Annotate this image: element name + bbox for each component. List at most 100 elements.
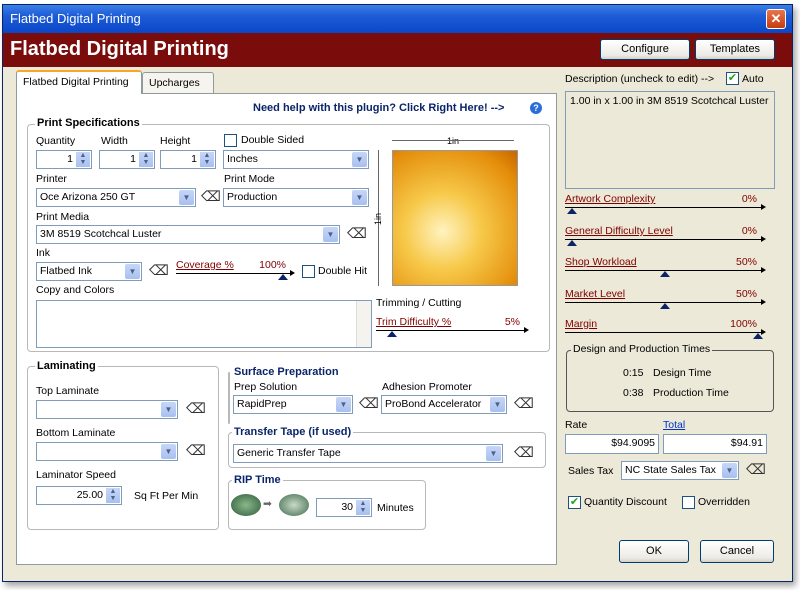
ink-select[interactable]: Flatbed Ink ▼ [36,262,142,281]
double-hit-label: Double Hit [318,265,368,277]
height-stepper[interactable]: 1 ▲ ▼ [160,150,216,169]
surface-prep-title: Surface Preparation [232,366,341,378]
quantity-stepper[interactable]: 1 ▲ ▼ [36,150,92,169]
print-mode-select[interactable]: Production ▼ [223,188,369,207]
scrollbar[interactable] [356,301,371,347]
slider-thumb[interactable] [567,240,577,246]
surface-prep-group [228,372,230,424]
help-link[interactable]: Need help with this plugin? Click Right … [253,102,505,114]
tab-upcharges[interactable]: Upcharges [142,72,214,94]
slider-thumb[interactable] [660,271,670,277]
printer-label: Printer [36,173,67,185]
slider-thumb[interactable] [753,333,763,339]
width-label: Width [101,135,128,147]
transfer-tape-title: Transfer Tape (if used) [232,426,354,438]
cancel-button[interactable]: Cancel [700,540,774,563]
top-laminate-label: Top Laminate [36,385,100,397]
header-banner: Flatbed Digital Printing Configure Templ… [3,33,792,67]
eraser-icon[interactable]: ⌫ [186,442,206,459]
arrow-right-icon: ➡ [263,498,272,510]
rip-source-image [231,494,261,516]
eraser-icon[interactable]: ⌫ [514,395,534,412]
tab-flatbed[interactable]: Flatbed Digital Printing [16,70,142,94]
print-mode-label: Print Mode [224,173,275,185]
copy-label: Copy and Colors [36,284,115,296]
slider-artwork-complexity[interactable]: Artwork Complexity 0% [565,193,766,215]
configure-button[interactable]: Configure [600,39,690,60]
rip-minutes-stepper[interactable]: 30 ▲ ▼ [316,498,372,517]
total-link[interactable]: Total [663,419,685,431]
window-title: Flatbed Digital Printing [10,11,141,26]
laminator-speed-stepper[interactable]: 25.00 ▲ ▼ [36,486,122,505]
double-hit-checkbox[interactable] [302,265,315,278]
prep-solution-select[interactable]: RapidPrep ▼ [233,395,353,414]
double-sided-checkbox[interactable] [224,134,237,147]
slider-margin[interactable]: Margin 100% [565,318,766,340]
transfer-tape-select[interactable]: Generic Transfer Tape ▼ [233,444,503,463]
quantity-discount-checkbox[interactable]: ✔ [568,496,581,509]
auto-label: Auto [742,73,764,85]
eraser-icon[interactable]: ⌫ [359,395,379,412]
slider-thumb[interactable] [567,208,577,214]
eraser-icon[interactable]: ⌫ [514,444,534,461]
preview-width-label: 1in [446,136,459,146]
rip-output-image [279,494,309,516]
preview-width-ruler [392,140,514,141]
adhesion-label: Adhesion Promoter [382,381,472,393]
rip-minutes-label: Minutes [377,502,414,514]
coverage-slider-thumb[interactable] [278,274,289,280]
trimming-label: Trimming / Cutting [376,297,462,309]
times-title: Design and Production Times [571,343,713,355]
eraser-icon[interactable]: ⌫ [347,225,367,242]
slider-market-level[interactable]: Market Level 50% [565,288,766,310]
dialog-window: Flatbed Digital Printing ✕ Flatbed Digit… [2,4,793,582]
units-select[interactable]: Inches ▼ [223,150,369,169]
sales-tax-label: Sales Tax [568,465,614,477]
slider-general-difficulty-level[interactable]: General Difficulty Level 0% [565,225,766,247]
design-time-label: Design Time [653,367,712,379]
eraser-icon[interactable]: ⌫ [746,461,766,478]
print-specs-title: Print Specifications [35,117,142,129]
close-button[interactable]: ✕ [766,9,786,29]
sales-tax-select[interactable]: NC State Sales Tax ▼ [621,461,739,480]
top-laminate-select[interactable]: ▼ [36,400,178,419]
overridden-label: Overridden [698,496,750,508]
double-sided-label: Double Sided [241,134,305,146]
laminator-speed-label: Laminator Speed [36,469,116,481]
auto-checkbox[interactable]: ✔ [726,72,739,85]
height-label: Height [160,135,191,147]
media-select[interactable]: 3M 8519 Scotchcal Luster ▼ [36,225,340,244]
slider-thumb[interactable] [660,303,670,309]
templates-button[interactable]: Templates [695,39,775,60]
help-icon[interactable]: ? [530,102,542,114]
bottom-laminate-select[interactable]: ▼ [36,442,178,461]
laminating-title: Laminating [35,360,98,372]
eraser-icon[interactable]: ⌫ [186,400,206,417]
adhesion-select[interactable]: ProBond Accelerator ▼ [381,395,507,414]
printer-select[interactable]: Oce Arizona 250 GT ▼ [36,188,196,207]
speed-unit-label: Sq Ft Per Min [134,490,199,502]
copy-textarea[interactable] [36,300,372,348]
prep-solution-label: Prep Solution [234,381,298,393]
slider-shop-workload[interactable]: Shop Workload 50% [565,256,766,278]
bottom-laminate-label: Bottom Laminate [36,427,116,439]
rate-field[interactable]: $94.9095 [565,434,659,454]
description-textarea[interactable]: 1.00 in x 1.00 in 3M 8519 Scotchcal Lust… [565,91,775,189]
width-stepper[interactable]: 1 ▲ ▼ [99,150,155,169]
tab-panel: Need help with this plugin? Click Right … [16,93,557,565]
times-group [566,350,774,412]
quantity-discount-label: Quantity Discount [584,496,667,508]
trim-slider-thumb[interactable] [387,331,397,337]
print-preview [392,150,518,286]
eraser-icon[interactable]: ⌫ [149,262,169,279]
description-label: Description (uncheck to edit) --> [565,73,715,85]
total-field[interactable]: $94.91 [663,434,767,454]
overridden-checkbox[interactable] [682,496,695,509]
eraser-icon[interactable]: ⌫ [201,188,221,205]
production-time-label: Production Time [653,387,729,399]
ink-label: Ink [36,247,51,259]
trim-slider[interactable]: Trim Difficulty % 5% [376,316,529,338]
page-title: Flatbed Digital Printing [10,38,229,60]
ok-button[interactable]: OK [619,540,689,563]
coverage-slider[interactable]: Coverage % 100% [176,259,295,281]
